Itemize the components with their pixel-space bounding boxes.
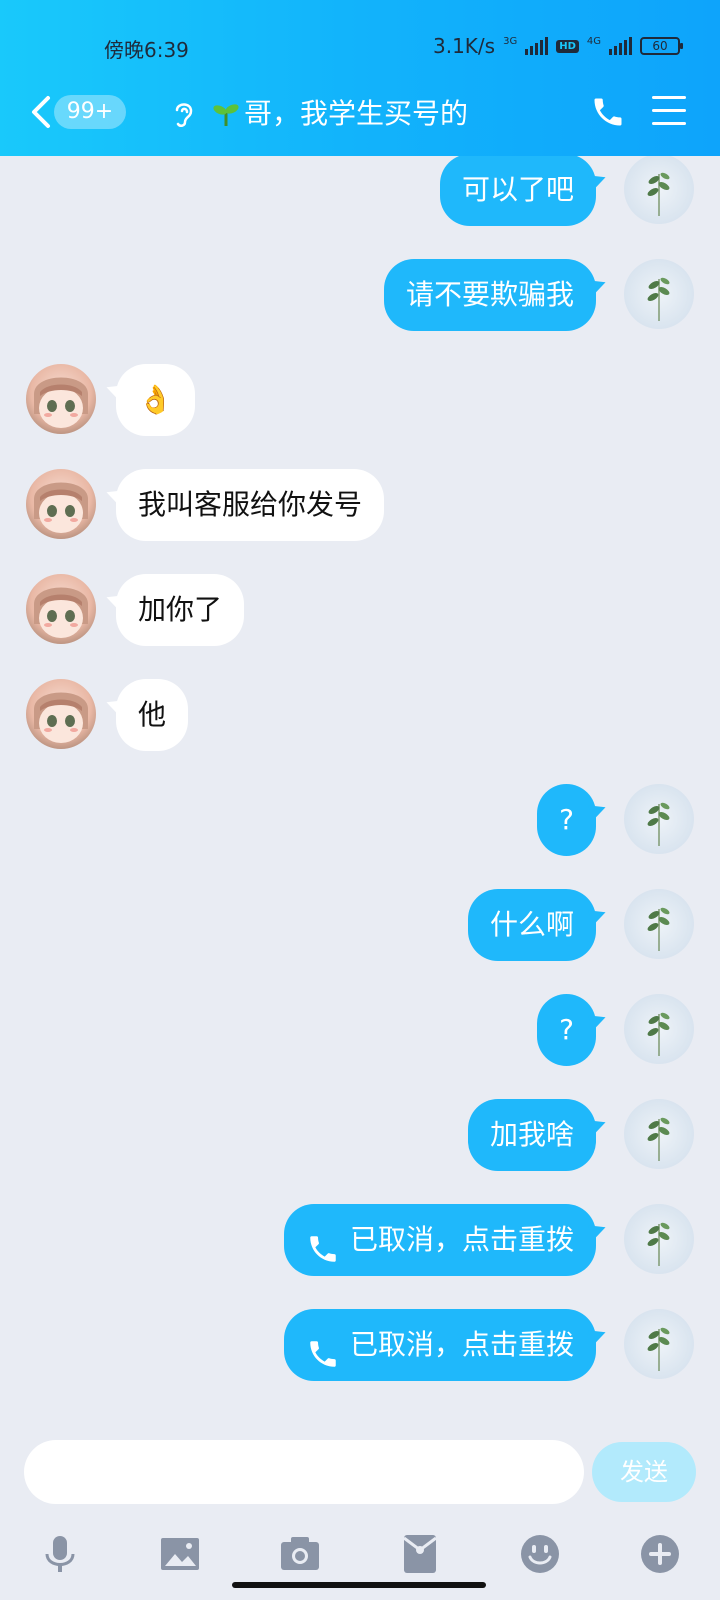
signal-icon [525, 37, 549, 55]
composer: 发送 [0, 1436, 720, 1600]
status-time: 傍晚6:39 [104, 38, 189, 62]
sprout-icon [212, 100, 240, 128]
message-row: 加你了 [0, 574, 720, 646]
contact-name[interactable]: 哥，我学生买号的 [244, 92, 468, 132]
message-input[interactable] [24, 1440, 584, 1504]
outgoing-bubble[interactable]: ? [537, 994, 596, 1066]
unread-count-badge[interactable]: 99+ [54, 95, 126, 129]
phone-icon [306, 1221, 340, 1262]
my-avatar[interactable] [624, 994, 694, 1064]
incoming-bubble[interactable]: 他 [116, 679, 189, 751]
message-row: 加我啥 [0, 1099, 720, 1171]
message-list[interactable]: 可以了吧 请不要欺骗我 👌 我叫客服给你发号 加你了 他 ? 什么啊 ? 加我啥 [0, 156, 720, 1436]
microphone-icon[interactable] [38, 1532, 82, 1576]
input-toolbar [0, 1532, 720, 1582]
message-row: 可以了吧 [0, 156, 720, 226]
my-avatar[interactable] [624, 1309, 694, 1379]
message-row: ? [0, 994, 720, 1066]
message-row: 已取消，点击重拨 [0, 1204, 720, 1276]
message-row: ? [0, 784, 720, 856]
send-button[interactable]: 发送 [592, 1442, 696, 1502]
incoming-bubble[interactable]: 加你了 [116, 574, 245, 646]
call-status-text: 已取消，点击重拨 [349, 1328, 574, 1361]
message-row: 已取消，点击重拨 [0, 1309, 720, 1381]
plus-icon[interactable] [638, 1532, 682, 1576]
my-avatar[interactable] [624, 889, 694, 959]
my-avatar[interactable] [624, 1204, 694, 1274]
message-row: 什么啊 [0, 889, 720, 961]
call-cancelled-bubble[interactable]: 已取消，点击重拨 [283, 1204, 596, 1276]
network-type-3g: 3G [503, 35, 518, 47]
status-indicators: 3.1K/s 3G HD 4G 60 [432, 34, 683, 58]
network-type-4g: 4G [586, 35, 601, 47]
call-status-text: 已取消，点击重拨 [349, 1223, 574, 1256]
contact-avatar[interactable] [26, 364, 96, 434]
my-avatar[interactable] [624, 784, 694, 854]
image-icon[interactable] [158, 1532, 202, 1576]
ear-icon[interactable] [170, 98, 198, 130]
chat-header: 傍晚6:39 3.1K/s 3G HD 4G 60 99+ 哥，我学生买号的 [0, 0, 720, 156]
contact-avatar[interactable] [26, 679, 96, 749]
contact-avatar[interactable] [26, 469, 96, 539]
outgoing-bubble[interactable]: ? [537, 784, 596, 856]
camera-icon[interactable] [278, 1532, 322, 1576]
outgoing-bubble[interactable]: 请不要欺骗我 [383, 259, 596, 331]
my-avatar[interactable] [624, 156, 694, 224]
message-row: 他 [0, 679, 720, 751]
menu-icon[interactable] [652, 96, 686, 126]
emoji-icon[interactable] [518, 1532, 562, 1576]
contact-avatar[interactable] [26, 574, 96, 644]
network-speed: 3.1K/s [432, 34, 496, 58]
my-avatar[interactable] [624, 259, 694, 329]
call-cancelled-bubble[interactable]: 已取消，点击重拨 [283, 1309, 596, 1381]
message-row: 我叫客服给你发号 [0, 469, 720, 541]
battery-icon: 60 [640, 37, 683, 55]
message-row: 请不要欺骗我 [0, 259, 720, 331]
outgoing-bubble[interactable]: 可以了吧 [439, 156, 596, 226]
back-arrow-icon[interactable] [26, 92, 56, 132]
message-row: 👌 [0, 364, 720, 436]
phone-call-icon[interactable] [590, 94, 626, 130]
incoming-bubble[interactable]: 👌 [116, 364, 195, 436]
home-indicator[interactable] [232, 1582, 486, 1588]
outgoing-bubble[interactable]: 加我啥 [467, 1099, 596, 1171]
my-avatar[interactable] [624, 1099, 694, 1169]
outgoing-bubble[interactable]: 什么啊 [467, 889, 596, 961]
red-packet-icon[interactable] [398, 1532, 442, 1576]
hd-badge: HD [556, 39, 579, 53]
signal-icon-2 [609, 37, 632, 55]
phone-icon [306, 1326, 340, 1367]
incoming-bubble[interactable]: 我叫客服给你发号 [116, 469, 385, 541]
